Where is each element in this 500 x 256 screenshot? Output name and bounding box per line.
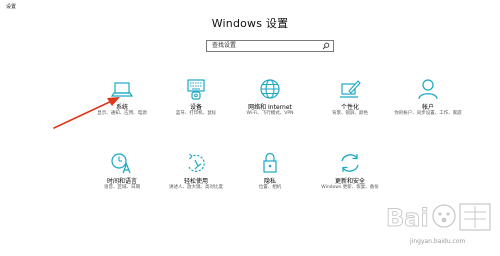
settings-window: 设置 Windows 设置 系统 显示、通知、应用、电源 设备 蓝牙、打印机、鼠…	[0, 0, 500, 256]
category-personalization[interactable]: 个性化 背景、锁屏、颜色	[310, 78, 390, 130]
category-desc: Windows 更新、恢复、备份	[321, 185, 379, 190]
category-desc: Wi-Fi、飞行模式、VPN	[246, 111, 294, 116]
update-sync-icon	[341, 154, 359, 172]
person-icon	[418, 79, 438, 100]
search-input[interactable]	[207, 41, 324, 51]
svg-text:Bai: Bai	[386, 204, 429, 232]
search-box[interactable]	[206, 40, 334, 52]
pen-tablet-icon	[340, 80, 361, 98]
category-label: 隐私	[263, 178, 276, 185]
category-update-security[interactable]: 更新和安全 Windows 更新、恢复、备份	[310, 152, 390, 204]
category-desc: 位置、相机	[258, 185, 282, 190]
laptop-icon	[110, 82, 134, 97]
category-desc: 显示、通知、应用、电源	[97, 111, 147, 116]
watermark-url: jingyan.baidu.com	[410, 238, 466, 245]
category-desc: 讲述人、放大镜、高对比度	[169, 185, 223, 190]
category-desc: 蓝牙、打印机、鼠标	[175, 111, 217, 116]
category-ease-of-access[interactable]: 轻松使用 讲述人、放大镜、高对比度	[156, 152, 236, 204]
category-label: 帐户	[421, 104, 434, 111]
category-label: 网络和 Internet	[248, 104, 292, 111]
category-time-language[interactable]: 时间和语言 语音、区域、日期	[82, 152, 162, 204]
category-network[interactable]: 网络和 Internet Wi-Fi、飞行模式、VPN	[230, 78, 310, 130]
title-bar[interactable]: 设置	[0, 0, 500, 16]
globe-icon	[260, 79, 280, 99]
category-accounts[interactable]: 帐户 你的帐户、同步设置、工作、家庭	[388, 78, 468, 130]
category-desc: 语音、区域、日期	[104, 185, 140, 190]
category-devices[interactable]: 设备 蓝牙、打印机、鼠标	[156, 78, 236, 130]
category-label: 更新和安全	[334, 178, 365, 185]
category-label: 时间和语言	[106, 178, 137, 185]
category-label: 个性化	[340, 104, 359, 111]
category-desc: 你的帐户、同步设置、工作、家庭	[394, 111, 462, 116]
ease-of-access-icon	[188, 153, 205, 172]
page-title: Windows 设置	[211, 17, 289, 30]
keyboard-devices-icon	[187, 79, 205, 100]
category-privacy[interactable]: 隐私 位置、相机	[230, 152, 310, 204]
category-desc: 背景、锁屏、颜色	[332, 111, 368, 116]
time-language-icon	[111, 153, 131, 174]
lock-icon	[263, 152, 277, 173]
category-system[interactable]: 系统 显示、通知、应用、电源	[82, 78, 162, 130]
category-label: 轻松使用	[183, 178, 208, 185]
category-label: 设备	[189, 104, 202, 111]
category-label: 系统	[115, 104, 128, 111]
search-icon[interactable]	[322, 42, 330, 50]
app-title: 设置	[6, 4, 17, 10]
